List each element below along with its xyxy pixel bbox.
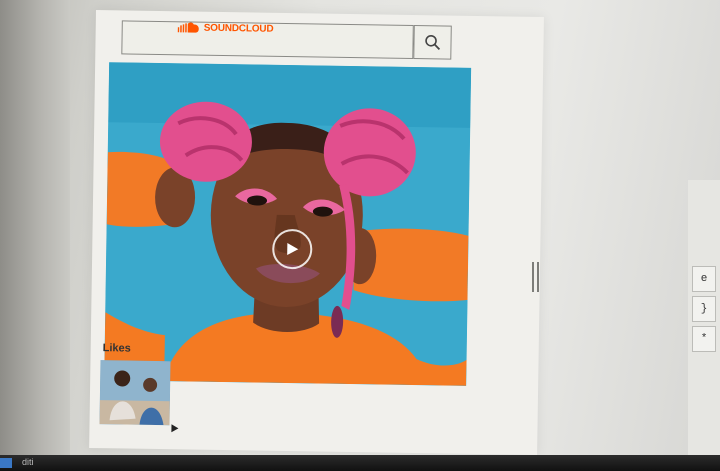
play-next-icon[interactable]: [171, 424, 179, 433]
app-icon[interactable]: [0, 458, 12, 468]
panel-tile[interactable]: e: [692, 266, 716, 292]
liked-track-image: [99, 360, 171, 426]
track-artwork[interactable]: [104, 62, 472, 386]
monitor-bezel: [0, 0, 70, 471]
search-button[interactable]: [413, 24, 452, 60]
resize-handle[interactable]: [530, 262, 540, 292]
search-icon: [425, 34, 441, 51]
play-icon: [287, 243, 299, 256]
artwork-image: [104, 62, 472, 386]
panel-tile[interactable]: }: [692, 296, 716, 322]
side-panel: e } *: [688, 180, 720, 471]
liked-track-thumbnail[interactable]: [99, 360, 171, 426]
likes-heading: Likes: [102, 342, 131, 355]
panel-tile[interactable]: *: [692, 326, 716, 352]
taskbar-label[interactable]: diti: [22, 457, 34, 467]
logo-text: SOUNDCLOUD: [203, 22, 274, 35]
soundcloud-logo[interactable]: SOUNDCLOUD: [177, 21, 274, 35]
cloud-icon: [177, 22, 199, 33]
taskbar: diti: [0, 455, 720, 471]
soundcloud-widget: SOUNDCLOUD Likes: [89, 10, 544, 455]
